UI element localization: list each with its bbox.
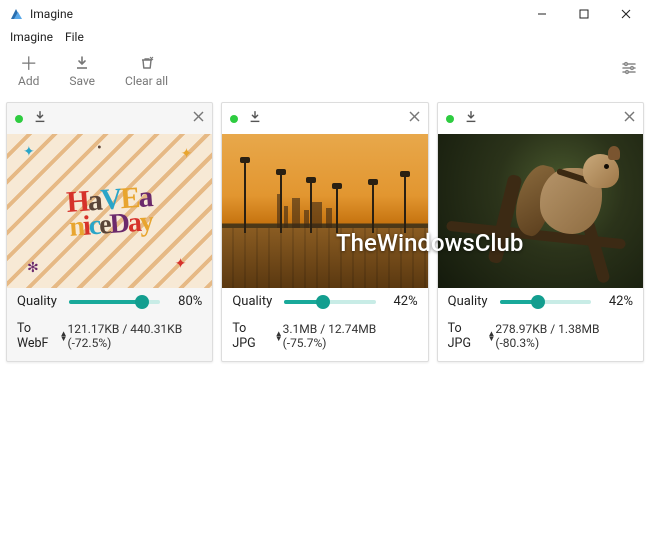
watermark: TheWindowsClub bbox=[300, 226, 523, 260]
title-bar: Imagine bbox=[0, 0, 650, 28]
quality-percent: 42% bbox=[384, 294, 418, 309]
save-button[interactable]: Save bbox=[69, 52, 95, 88]
format-row: To WebF ▲▼ 121.17KB / 440.31KB (-72.5%) bbox=[7, 315, 212, 361]
quality-label: Quality bbox=[448, 294, 492, 309]
sort-icon: ▲▼ bbox=[275, 331, 283, 341]
quality-slider[interactable] bbox=[69, 300, 160, 304]
quality-percent: 42% bbox=[599, 294, 633, 309]
download-icon[interactable] bbox=[33, 109, 47, 128]
close-icon[interactable] bbox=[193, 111, 204, 126]
close-button[interactable] bbox=[614, 9, 638, 19]
plus-icon: ＋ bbox=[20, 52, 38, 74]
status-dot-icon bbox=[446, 115, 454, 123]
format-selector[interactable]: To JPG ▲▼ bbox=[232, 321, 282, 351]
size-stats: 121.17KB / 440.31KB (-72.5%) bbox=[68, 322, 203, 350]
card-header bbox=[7, 103, 212, 134]
maximize-button[interactable] bbox=[572, 9, 596, 19]
image-preview[interactable] bbox=[438, 134, 643, 288]
window-title: Imagine bbox=[30, 7, 73, 21]
windows-logo-icon bbox=[300, 226, 334, 260]
save-label: Save bbox=[69, 74, 95, 88]
close-icon[interactable] bbox=[409, 111, 420, 126]
watermark-text: TheWindowsClub bbox=[336, 229, 523, 257]
window-controls bbox=[530, 9, 650, 19]
add-button[interactable]: ＋ Add bbox=[18, 52, 39, 88]
download-icon[interactable] bbox=[464, 109, 478, 128]
quality-label: Quality bbox=[232, 294, 276, 309]
format-selector[interactable]: To JPG ▲▼ bbox=[448, 321, 496, 351]
format-label: To WebF bbox=[17, 321, 56, 351]
size-stats: 278.97KB / 1.38MB (-80.3%) bbox=[495, 322, 633, 350]
download-icon bbox=[74, 52, 90, 74]
clear-label: Clear all bbox=[125, 74, 168, 88]
format-label: To JPG bbox=[448, 321, 484, 351]
image-preview[interactable]: ✦ ✦ ✻ ✦ • HaVEa niceDay bbox=[7, 134, 212, 288]
clear-all-button[interactable]: Clear all bbox=[125, 52, 168, 88]
add-label: Add bbox=[18, 74, 39, 88]
card-header bbox=[438, 103, 643, 134]
format-label: To JPG bbox=[232, 321, 270, 351]
format-row: To JPG ▲▼ 278.97KB / 1.38MB (-80.3%) bbox=[438, 315, 643, 361]
download-icon[interactable] bbox=[248, 109, 262, 128]
status-dot-icon bbox=[230, 115, 238, 123]
quality-label: Quality bbox=[17, 294, 61, 309]
quality-slider[interactable] bbox=[284, 300, 375, 304]
menu-bar: Imagine File bbox=[0, 28, 650, 48]
quality-row: Quality 42% bbox=[222, 288, 427, 315]
toolbar: ＋ Add Save Clear all bbox=[0, 48, 650, 98]
format-row: To JPG ▲▼ 3.1MB / 12.74MB (-75.7%) bbox=[222, 315, 427, 361]
image-card[interactable]: ✦ ✦ ✻ ✦ • HaVEa niceDay Quality 80% To W… bbox=[6, 102, 213, 362]
app-icon bbox=[8, 6, 24, 22]
card-header bbox=[222, 103, 427, 134]
settings-button[interactable] bbox=[620, 59, 638, 81]
sort-icon: ▲▼ bbox=[487, 331, 495, 341]
sort-icon: ▲▼ bbox=[60, 331, 68, 341]
format-selector[interactable]: To WebF ▲▼ bbox=[17, 321, 68, 351]
quality-row: Quality 42% bbox=[438, 288, 643, 315]
quality-percent: 80% bbox=[168, 294, 202, 309]
status-dot-icon bbox=[15, 115, 23, 123]
size-stats: 3.1MB / 12.74MB (-75.7%) bbox=[283, 322, 418, 350]
quality-slider[interactable] bbox=[500, 300, 591, 304]
quality-row: Quality 80% bbox=[7, 288, 212, 315]
image-preview[interactable] bbox=[222, 134, 427, 288]
menu-imagine[interactable]: Imagine bbox=[10, 30, 53, 44]
close-icon[interactable] bbox=[624, 111, 635, 126]
trash-icon bbox=[139, 52, 155, 74]
minimize-button[interactable] bbox=[530, 9, 554, 19]
menu-file[interactable]: File bbox=[65, 30, 84, 44]
